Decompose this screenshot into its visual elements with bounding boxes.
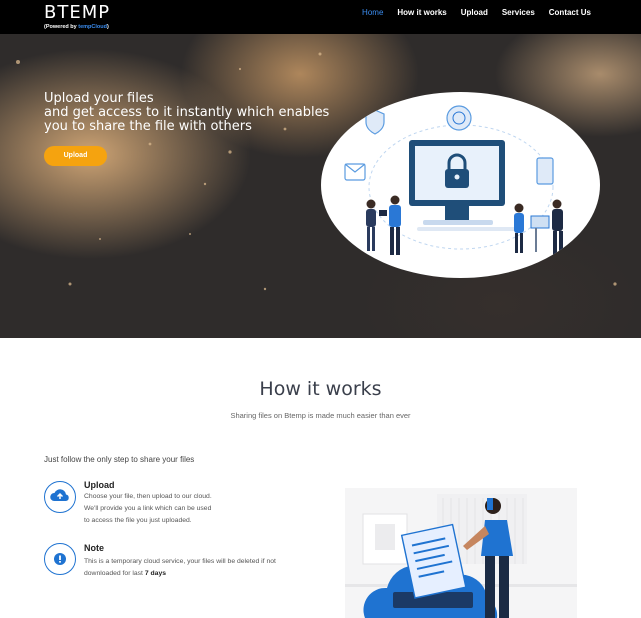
upload-illustration [345,488,577,618]
fingerprint-icon [446,105,472,131]
hero-headline: Upload your files and get access to it i… [44,92,329,134]
shield-icon [365,109,385,135]
how-it-works-subtitle: Sharing files on Btemp is made much easi… [230,411,411,420]
feature-upload-title: Upload [84,480,115,490]
info-icon [44,543,76,575]
nav-how-it-works[interactable]: How it works [397,8,446,17]
nav-home[interactable]: Home [362,8,383,17]
how-it-works-title: How it works [259,378,382,400]
feature-note-title: Note [84,543,104,553]
powered-by: (Powered by tempCloud) [44,24,109,30]
feature-note-desc: This is a temporary cloud service, your … [84,556,276,580]
powered-prefix: (Powered by [44,24,79,30]
steps-intro: Just follow the only step to share your … [44,455,195,464]
feature-note-line-2-text: downloaded for last [84,570,145,577]
nav-services[interactable]: Services [502,8,535,17]
hero-line-1: Upload your files [44,91,154,106]
feature-note-line-1: This is a temporary cloud service, your … [84,558,276,565]
feature-upload-line-3: to access the file you just uploaded. [84,517,192,524]
hero-security-illustration [321,92,600,278]
nav-menu: Home How it works Upload Services Contac… [362,8,591,17]
hero-line-3: you to share the file with others [44,119,252,134]
feature-upload-line-1: Choose your file, then upload to our clo… [84,493,212,500]
brand-logo[interactable]: BTEMP [44,2,110,23]
hero-line-2: and get access to it instantly which ena… [44,105,330,120]
hero-upload-button[interactable]: Upload [44,146,107,166]
feature-note-days: 7 days [144,570,167,577]
hero-section: Upload your files and get access to it i… [0,34,641,338]
cloud-upload-icon [44,481,76,513]
feature-note-line-2: downloaded for last 7 days [84,568,276,580]
navbar: BTEMP (Powered by tempCloud) Home How it… [0,0,641,34]
powered-suffix: ) [106,24,109,30]
powered-accent[interactable]: tempCloud [78,24,107,30]
nav-contact-us[interactable]: Contact Us [549,8,591,17]
device-icon [536,157,554,185]
feature-upload-desc: Choose your file, then upload to our clo… [84,491,212,527]
nav-upload[interactable]: Upload [461,8,488,17]
feature-upload-line-2: We'll provide you a link which can be us… [84,505,212,512]
